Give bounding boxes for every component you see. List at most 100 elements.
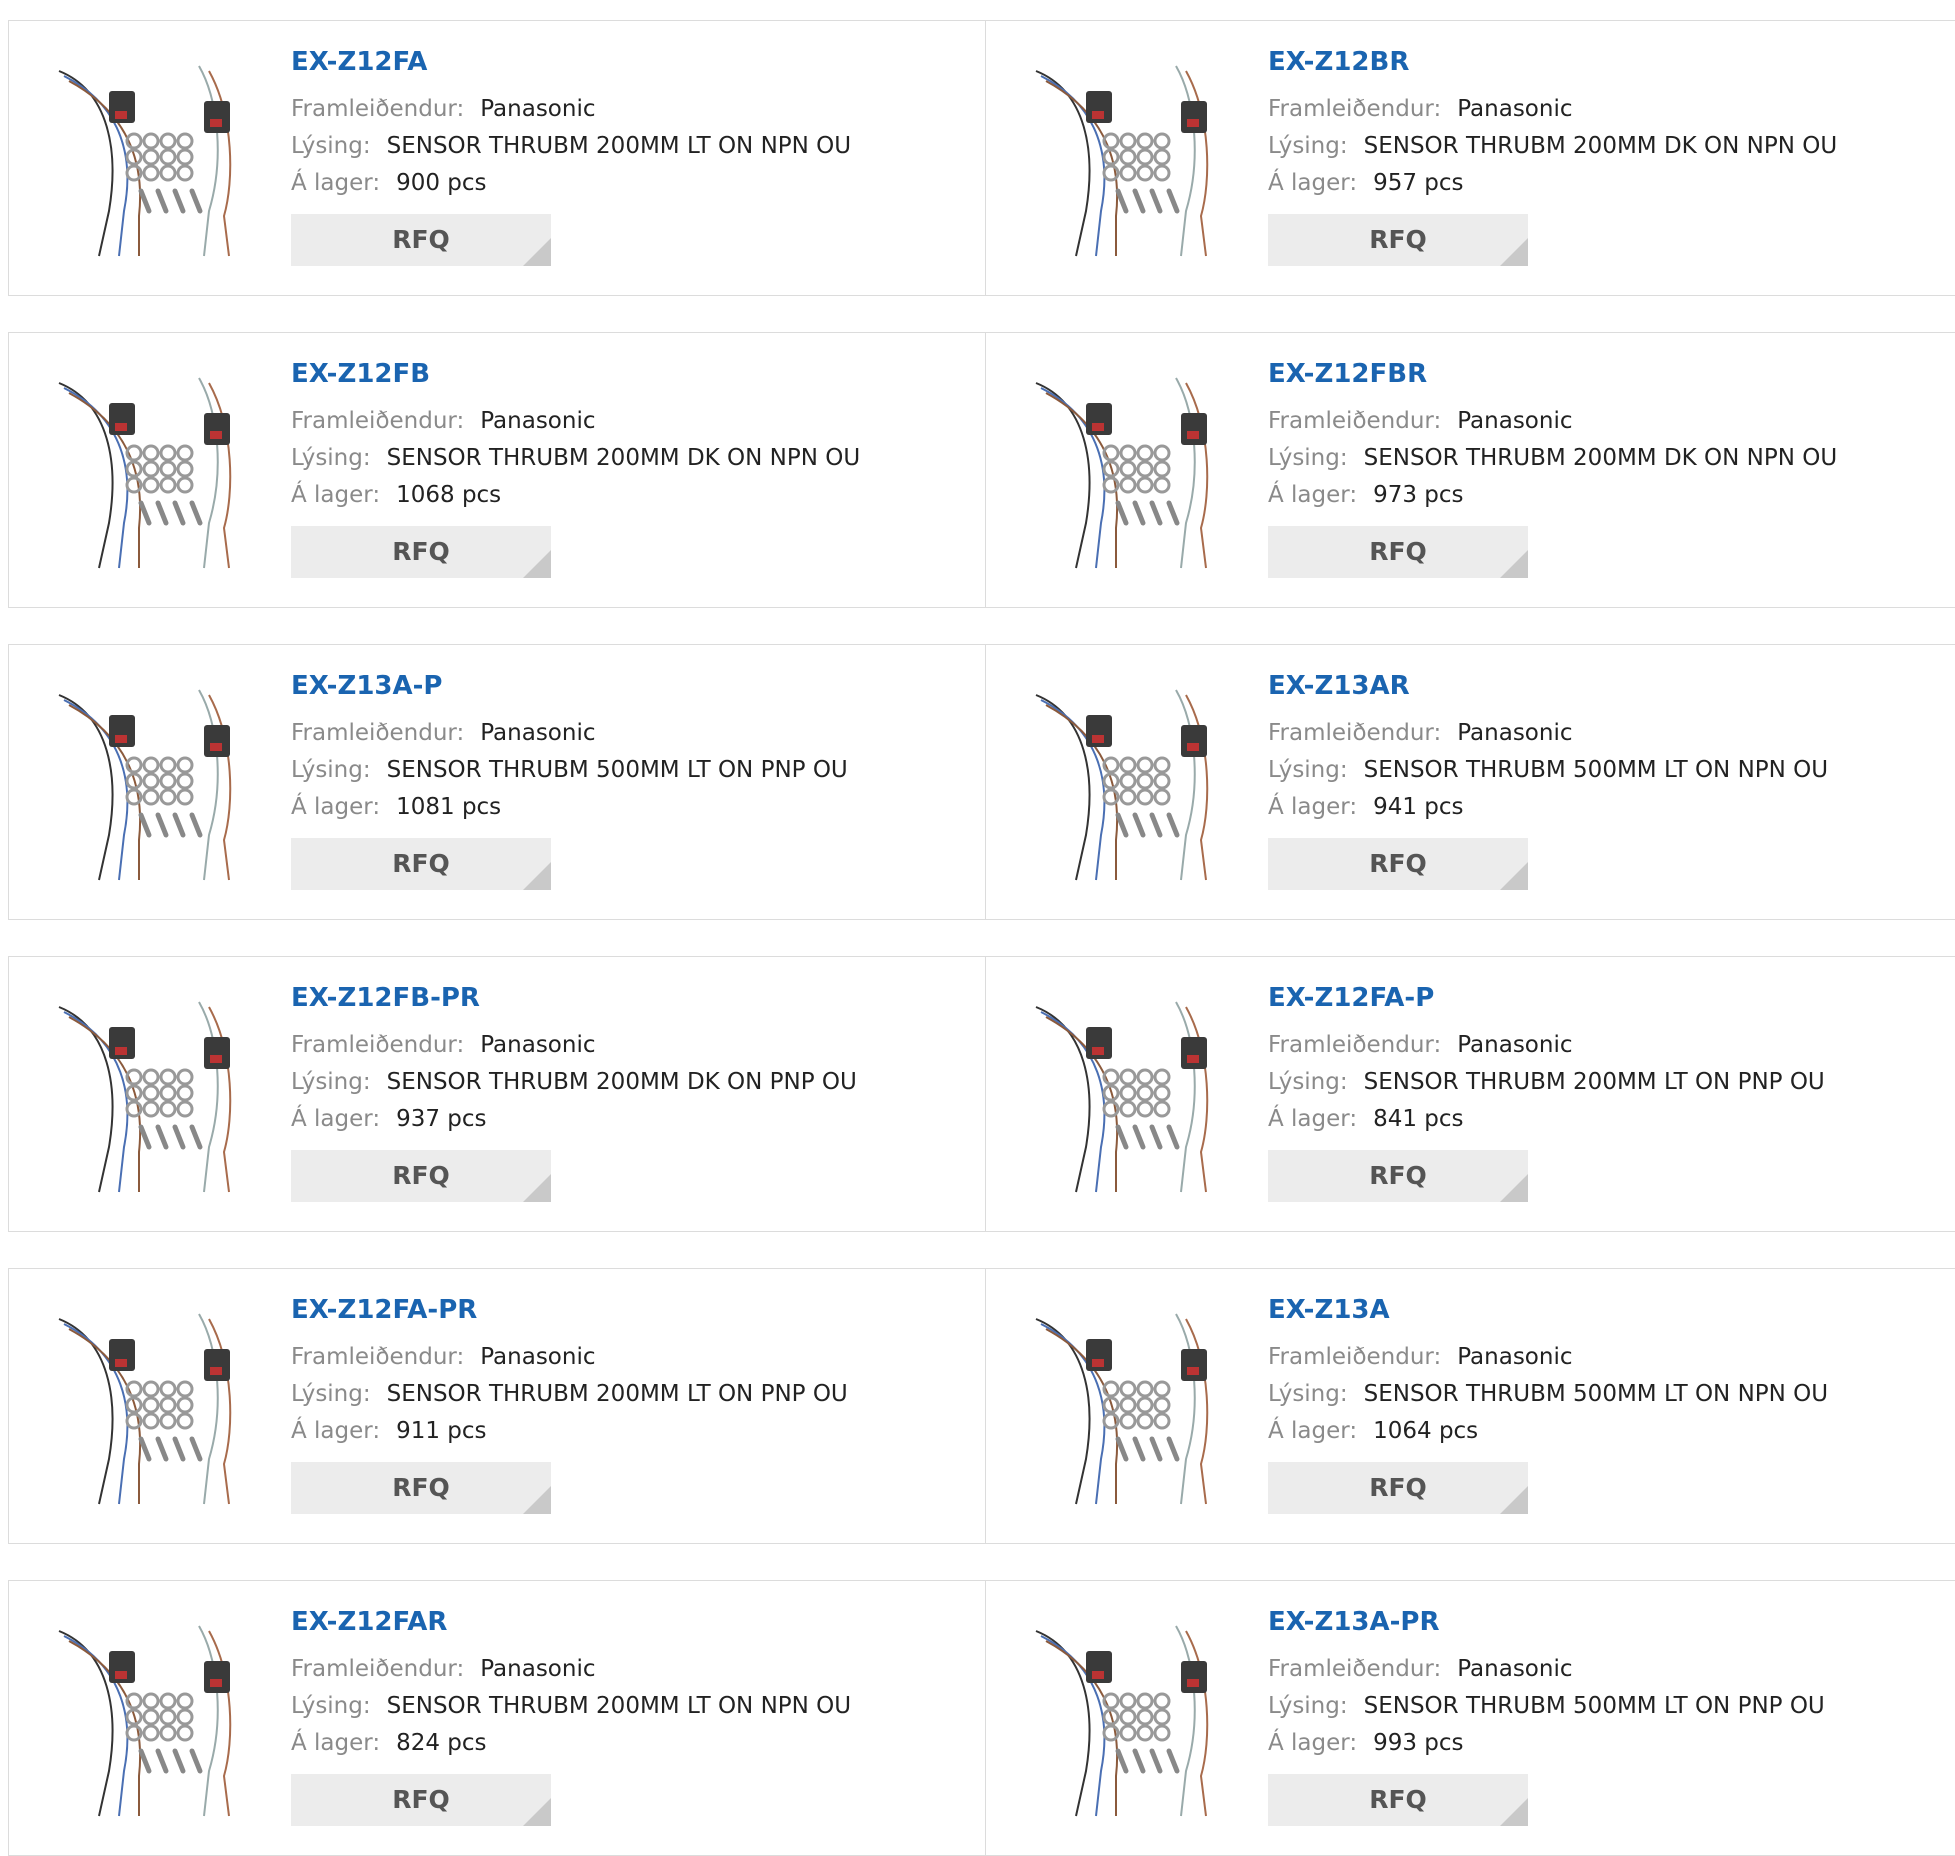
description-value: SENSOR THRUBM 500MM LT ON PNP OU <box>1363 1693 1825 1719</box>
product-title-link[interactable]: EX-Z13AR <box>1268 671 1828 701</box>
stock-label: Á lager: <box>1268 1418 1358 1444</box>
rfq-button-label: RFQ <box>392 1161 450 1190</box>
product-image[interactable] <box>49 685 259 885</box>
product-image[interactable] <box>1026 61 1236 261</box>
product-image[interactable] <box>49 61 259 261</box>
stock-row: Á lager: 841 pcs <box>1268 1101 1825 1138</box>
product-card: EX-Z12FB Framleiðendur: Panasonic Lýsing:… <box>8 332 986 608</box>
product-image[interactable] <box>1026 685 1236 885</box>
stock-label: Á lager: <box>1268 482 1358 508</box>
rfq-button[interactable]: RFQ <box>1268 1462 1528 1514</box>
product-image[interactable] <box>49 997 259 1197</box>
product-title-link[interactable]: EX-Z12FB-PR <box>291 983 857 1013</box>
rfq-button[interactable]: RFQ <box>1268 838 1528 890</box>
description-label: Lýsing: <box>291 1069 371 1095</box>
stock-label: Á lager: <box>1268 794 1358 820</box>
stock-row: Á lager: 993 pcs <box>1268 1725 1825 1762</box>
product-image[interactable] <box>49 1309 259 1509</box>
manufacturer-value: Panasonic <box>480 96 596 122</box>
product-info: EX-Z12FBR Framleiðendur: Panasonic Lýsing… <box>1268 359 1837 578</box>
product-image[interactable] <box>49 1621 259 1821</box>
description-row: Lýsing: SENSOR THRUBM 200MM DK ON PNP OU <box>291 1064 857 1101</box>
rfq-button-label: RFQ <box>392 225 450 254</box>
stock-value: 824 pcs <box>396 1730 487 1756</box>
product-image[interactable] <box>49 373 259 573</box>
description-value: SENSOR THRUBM 200MM DK ON NPN OU <box>386 445 861 471</box>
product-image[interactable] <box>1026 1621 1236 1821</box>
product-title-link[interactable]: EX-Z13A-PR <box>1268 1607 1825 1637</box>
manufacturer-row: Framleiðendur: Panasonic <box>291 715 848 752</box>
stock-row: Á lager: 1064 pcs <box>1268 1413 1828 1450</box>
sensor-kit-icon <box>58 689 232 881</box>
rfq-button[interactable]: RFQ <box>291 1462 551 1514</box>
manufacturer-label: Framleiðendur: <box>1268 1656 1442 1682</box>
rfq-button[interactable]: RFQ <box>291 1150 551 1202</box>
product-info: EX-Z12FA-P Framleiðendur: Panasonic Lýsin… <box>1268 983 1825 1202</box>
rfq-button[interactable]: RFQ <box>291 838 551 890</box>
manufacturer-value: Panasonic <box>1457 408 1573 434</box>
stock-row: Á lager: 900 pcs <box>291 165 851 202</box>
rfq-button-label: RFQ <box>392 1473 450 1502</box>
rfq-button-label: RFQ <box>392 1785 450 1814</box>
product-title-link[interactable]: EX-Z12FBR <box>1268 359 1837 389</box>
stock-value: 1064 pcs <box>1373 1418 1479 1444</box>
rfq-button[interactable]: RFQ <box>1268 526 1528 578</box>
sensor-kit-icon <box>1035 1625 1209 1817</box>
product-title-link[interactable]: EX-Z12FA <box>291 47 851 77</box>
product-title-link[interactable]: EX-Z12FAR <box>291 1607 851 1637</box>
corner-triangle-icon <box>523 238 551 266</box>
corner-triangle-icon <box>1500 550 1528 578</box>
product-title-link[interactable]: EX-Z12FA-P <box>1268 983 1825 1013</box>
rfq-button[interactable]: RFQ <box>291 1774 551 1826</box>
stock-row: Á lager: 824 pcs <box>291 1725 851 1762</box>
rfq-button[interactable]: RFQ <box>1268 1150 1528 1202</box>
product-info: EX-Z13A Framleiðendur: Panasonic Lýsing: S… <box>1268 1295 1828 1514</box>
manufacturer-label: Framleiðendur: <box>291 408 465 434</box>
product-title-link[interactable]: EX-Z12BR <box>1268 47 1837 77</box>
rfq-button[interactable]: RFQ <box>1268 1774 1528 1826</box>
rfq-button-label: RFQ <box>1369 225 1427 254</box>
manufacturer-row: Framleiðendur: Panasonic <box>1268 1027 1825 1064</box>
product-grid: EX-Z12FA Framleiðendur: Panasonic Lýsing:… <box>8 20 1955 1856</box>
product-info: EX-Z12FA-PR Framleiðendur: Panasonic Lýsi… <box>291 1295 848 1514</box>
product-title-link[interactable]: EX-Z13A-P <box>291 671 848 701</box>
product-card: EX-Z13A-P Framleiðendur: Panasonic Lýsing… <box>8 644 986 920</box>
product-image[interactable] <box>1026 373 1236 573</box>
description-label: Lýsing: <box>1268 1381 1348 1407</box>
rfq-button[interactable]: RFQ <box>291 526 551 578</box>
stock-row: Á lager: 937 pcs <box>291 1101 857 1138</box>
product-image[interactable] <box>1026 997 1236 1197</box>
manufacturer-label: Framleiðendur: <box>291 96 465 122</box>
manufacturer-value: Panasonic <box>1457 720 1573 746</box>
manufacturer-row: Framleiðendur: Panasonic <box>1268 403 1837 440</box>
stock-value: 941 pcs <box>1373 794 1464 820</box>
description-row: Lýsing: SENSOR THRUBM 500MM LT ON PNP OU <box>291 752 848 789</box>
product-title-link[interactable]: EX-Z12FA-PR <box>291 1295 848 1325</box>
product-info: EX-Z13AR Framleiðendur: Panasonic Lýsing:… <box>1268 671 1828 890</box>
manufacturer-label: Framleiðendur: <box>1268 408 1442 434</box>
stock-label: Á lager: <box>1268 170 1358 196</box>
rfq-button[interactable]: RFQ <box>291 214 551 266</box>
description-value: SENSOR THRUBM 200MM LT ON PNP OU <box>1363 1069 1825 1095</box>
sensor-kit-icon <box>58 65 232 257</box>
corner-triangle-icon <box>523 1486 551 1514</box>
sensor-kit-icon <box>1035 689 1209 881</box>
stock-label: Á lager: <box>291 794 381 820</box>
rfq-button[interactable]: RFQ <box>1268 214 1528 266</box>
rfq-button-label: RFQ <box>1369 537 1427 566</box>
stock-row: Á lager: 911 pcs <box>291 1413 848 1450</box>
description-row: Lýsing: SENSOR THRUBM 200MM LT ON NPN OU <box>291 128 851 165</box>
product-card: EX-Z12FA-P Framleiðendur: Panasonic Lýsin… <box>986 956 1955 1232</box>
product-card: EX-Z13AR Framleiðendur: Panasonic Lýsing:… <box>986 644 1955 920</box>
product-image[interactable] <box>1026 1309 1236 1509</box>
stock-value: 911 pcs <box>396 1418 487 1444</box>
stock-label: Á lager: <box>291 170 381 196</box>
manufacturer-row: Framleiðendur: Panasonic <box>1268 91 1837 128</box>
product-info: EX-Z12FB Framleiðendur: Panasonic Lýsing:… <box>291 359 860 578</box>
product-title-link[interactable]: EX-Z12FB <box>291 359 860 389</box>
description-label: Lýsing: <box>291 1693 371 1719</box>
product-title-link[interactable]: EX-Z13A <box>1268 1295 1828 1325</box>
stock-row: Á lager: 973 pcs <box>1268 477 1837 514</box>
product-info: EX-Z12BR Framleiðendur: Panasonic Lýsing:… <box>1268 47 1837 266</box>
product-card: EX-Z12FB-PR Framleiðendur: Panasonic Lýsi… <box>8 956 986 1232</box>
